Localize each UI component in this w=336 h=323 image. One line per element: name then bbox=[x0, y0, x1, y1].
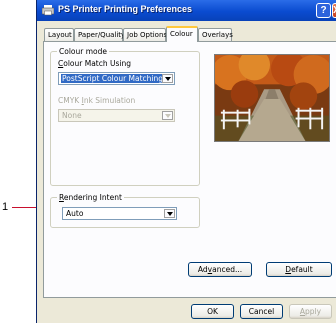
rendering-intent-group: Rendering Intent Auto bbox=[50, 193, 200, 228]
ok-button[interactable]: OK bbox=[191, 304, 234, 319]
title-bar[interactable]: PS Printer Printing Preferences ? X bbox=[37, 0, 336, 21]
preferences-dialog: PS Printer Printing Preferences ? X Layo… bbox=[36, 0, 336, 323]
chevron-down-icon[interactable] bbox=[162, 111, 173, 120]
colour-mode-group: Colour mode Colour Match Using PostScrip… bbox=[50, 47, 200, 186]
printer-icon bbox=[42, 5, 54, 16]
callout-number: 1 bbox=[2, 201, 9, 213]
tab-overlays[interactable]: Overlays bbox=[198, 28, 233, 41]
rendering-intent-value: Auto bbox=[66, 209, 84, 218]
help-button[interactable]: ? bbox=[316, 3, 331, 18]
tab-colour[interactable]: Colour bbox=[166, 26, 198, 42]
rendering-intent-select[interactable]: Auto bbox=[62, 207, 177, 220]
apply-button[interactable]: Apply bbox=[289, 304, 332, 319]
cancel-button[interactable]: Cancel bbox=[240, 304, 283, 319]
chevron-down-icon[interactable] bbox=[164, 209, 175, 218]
colour-tab-panel: Colour mode Colour Match Using PostScrip… bbox=[43, 41, 336, 298]
chevron-down-icon[interactable] bbox=[162, 74, 173, 83]
colour-match-label: Colour Match Using bbox=[58, 59, 131, 68]
tab-paper-quality[interactable]: Paper/Quality bbox=[74, 28, 125, 41]
window-title: PS Printer Printing Preferences bbox=[58, 4, 193, 14]
cmyk-ink-simulation-label: CMYK Ink Simulation bbox=[58, 96, 136, 105]
rendering-intent-label: Rendering Intent bbox=[57, 193, 124, 202]
advanced-button[interactable]: Advanced... bbox=[188, 262, 252, 277]
close-button[interactable]: X bbox=[332, 3, 336, 18]
tab-layout[interactable]: Layout bbox=[44, 28, 74, 41]
colour-preview-image bbox=[214, 54, 330, 142]
tab-job-options[interactable]: Job Options bbox=[123, 28, 167, 41]
cmyk-ink-simulation-select[interactable]: None bbox=[58, 109, 175, 122]
default-button[interactable]: Default bbox=[266, 262, 332, 277]
colour-match-select[interactable]: PostScript Colour Matching bbox=[58, 72, 175, 85]
colour-match-value: PostScript Colour Matching bbox=[61, 74, 165, 83]
cmyk-value: None bbox=[62, 111, 82, 120]
colour-mode-label: Colour mode bbox=[57, 47, 109, 56]
